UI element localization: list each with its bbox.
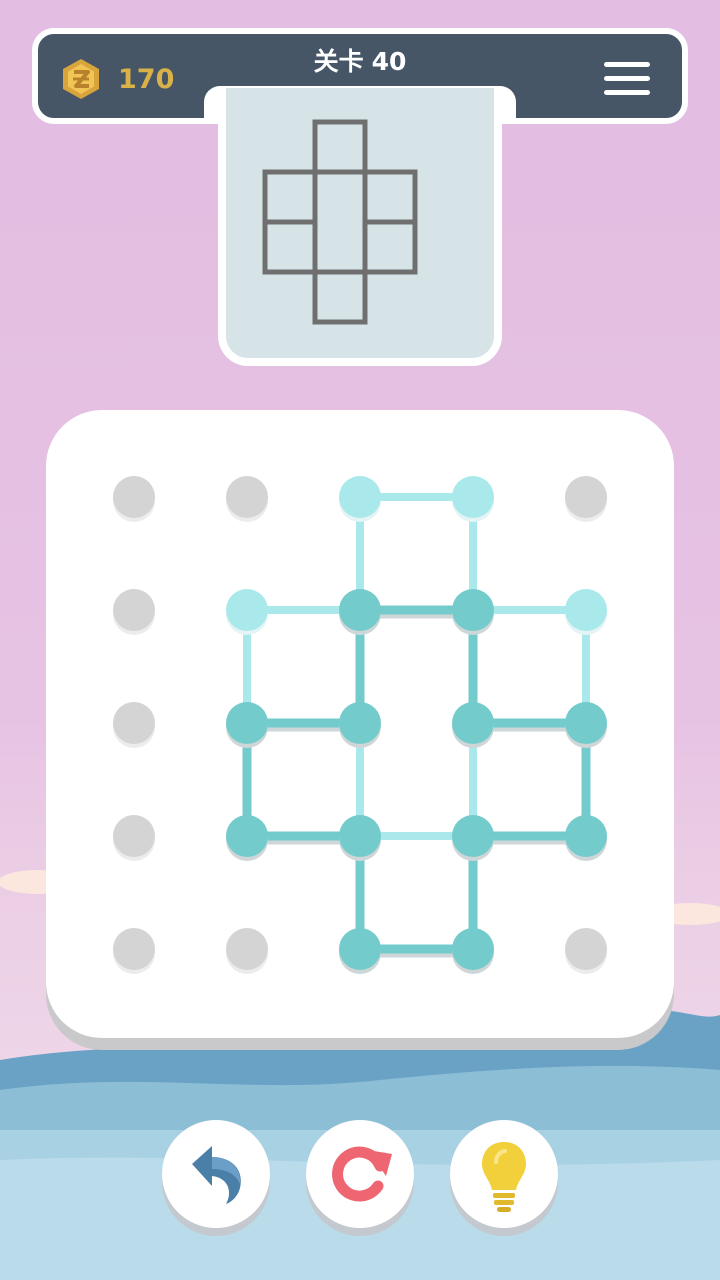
level-title: 关卡 40 [38,44,682,80]
level-label: 关卡 [313,47,364,76]
hint-button[interactable] [450,1120,558,1228]
target-shape-preview [218,88,502,366]
grid-dot[interactable] [226,589,268,631]
grid-dot[interactable] [339,702,381,744]
grid-dot[interactable] [226,476,268,518]
restart-button[interactable] [306,1120,414,1228]
level-number: 40 [371,47,407,76]
grid-dot[interactable] [565,476,607,518]
grid-dot[interactable] [113,476,155,518]
undo-button[interactable] [162,1120,270,1228]
restart-icon [332,1146,392,1202]
grid-dot[interactable] [113,928,155,970]
board-lines [242,493,591,958]
grid-dot[interactable] [339,476,381,518]
grid-dot[interactable] [452,928,494,970]
game-board[interactable] [46,410,674,1038]
grid-dot[interactable] [565,702,607,744]
grid-dot[interactable] [452,476,494,518]
grid-dot[interactable] [452,589,494,631]
dot-grid[interactable] [46,410,674,1038]
grid-dot[interactable] [339,589,381,631]
hamburger-menu-icon[interactable] [604,62,650,96]
grid-dot[interactable] [226,702,268,744]
undo-arrow-icon [192,1146,241,1204]
grid-dot[interactable] [113,702,155,744]
lightbulb-icon [482,1142,526,1212]
grid-dot[interactable] [565,589,607,631]
grid-dot[interactable] [452,702,494,744]
target-shape-drawing [262,119,418,325]
grid-dot[interactable] [339,815,381,857]
grid-dot[interactable] [339,928,381,970]
grid-dot[interactable] [113,815,155,857]
grid-dot[interactable] [113,589,155,631]
grid-dot[interactable] [452,815,494,857]
grid-dot[interactable] [565,815,607,857]
grid-dot[interactable] [226,928,268,970]
grid-dot[interactable] [226,815,268,857]
grid-dot[interactable] [565,928,607,970]
